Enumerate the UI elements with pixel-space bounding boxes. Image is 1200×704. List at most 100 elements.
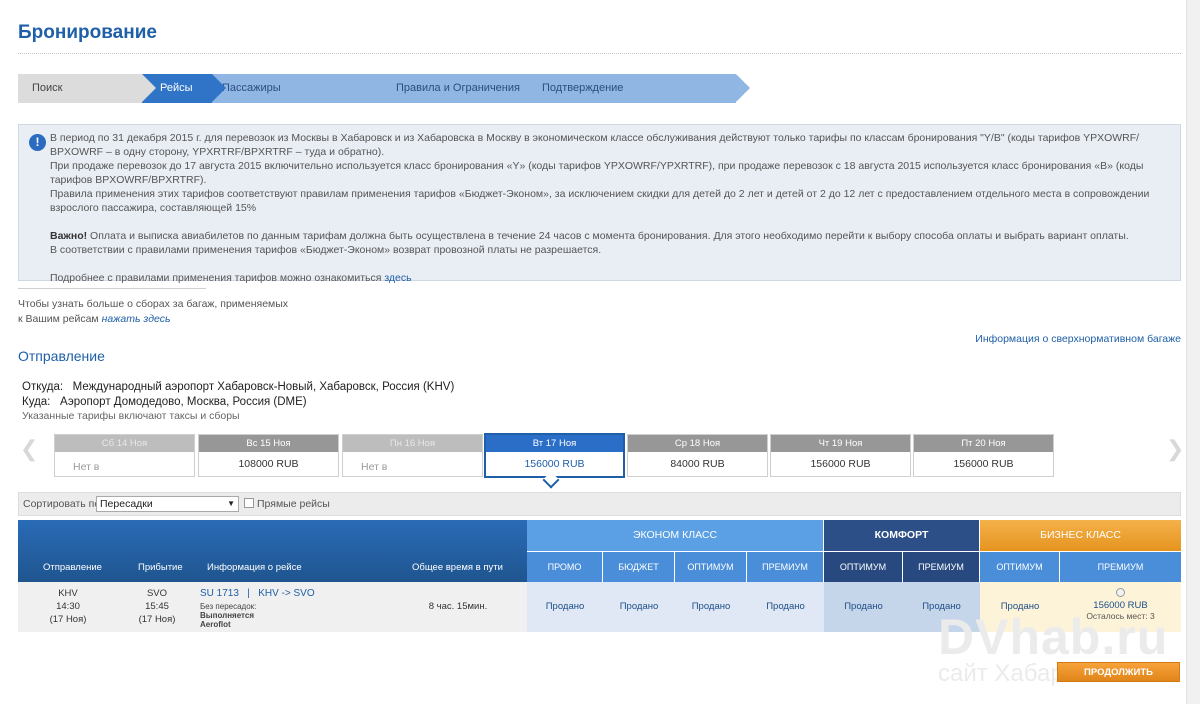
sort-selected-value: Пересадки	[100, 498, 153, 510]
fare-cell-budget: Продано	[603, 582, 675, 632]
economy-class-header: ЭКОНОМ КЛАСС	[527, 520, 823, 551]
baggage-note-line: Чтобы узнать больше о сборах за багаж, п…	[18, 298, 289, 310]
step-search[interactable]: Поиск	[18, 74, 156, 103]
info-paragraph: При продаже перевозок до 17 августа 2015…	[50, 160, 1144, 186]
fare-budget: БЮДЖЕТ	[603, 552, 675, 582]
step-flights-label: Рейсы	[160, 82, 193, 94]
from-value: Международный аэропорт Хабаровск-Новый, …	[72, 381, 455, 393]
direct-flights-checkbox[interactable]	[244, 498, 254, 508]
dep-time: 14:30	[56, 601, 80, 612]
col-arrival: Прибытие	[138, 562, 183, 573]
arr-time: 15:45	[145, 601, 169, 612]
date-price: Нет в	[361, 461, 388, 473]
baggage-fees-link[interactable]: нажать здесь	[102, 313, 171, 325]
info-more-link[interactable]: здесь	[384, 272, 411, 284]
date-label: Чт 19 Ноя	[771, 435, 910, 452]
sort-select[interactable]: Пересадки ▼	[96, 496, 239, 512]
table-header: Отправление Прибытие Информация о рейсе …	[18, 520, 527, 582]
date-label: Пн 16 Ноя	[343, 435, 482, 452]
fare-optimum: ОПТИМУМ	[675, 552, 747, 582]
col-departure: Отправление	[43, 562, 102, 573]
info-paragraph: Правила применения этих тарифов соответс…	[50, 188, 1150, 214]
date-option-selected[interactable]: Вт 17 Ноя 156000 RUB	[484, 433, 625, 478]
arr-date: (17 Ноя)	[138, 614, 176, 625]
dep-airport: KHV	[58, 588, 78, 599]
business-class-header: БИЗНЕС КЛАСС	[980, 520, 1181, 551]
divider	[18, 288, 206, 289]
date-label: Сб 14 Ноя	[55, 435, 194, 452]
dep-date: (17 Ноя)	[49, 614, 87, 625]
date-option[interactable]: Пт 20 Ноя 156000 RUB	[913, 434, 1054, 477]
arr-airport: SVO	[146, 588, 168, 599]
page-title: Бронирование	[18, 22, 157, 43]
date-option[interactable]: Сб 14 Ноя Нет в	[54, 434, 195, 477]
fare-comfort-optimum: ОПТИМУМ	[824, 552, 903, 582]
info-more-text: Подробнее с правилами применения тарифов…	[50, 272, 385, 284]
step-passengers[interactable]: Пассажиры	[212, 74, 392, 103]
departure-title: Отправление	[18, 348, 105, 364]
step-passengers-label: Пассажиры	[222, 82, 281, 94]
date-price: Нет в	[73, 461, 100, 473]
step-rules-label: Правила и Ограничения	[396, 82, 520, 94]
duration-cell: 8 час. 15мин.	[428, 601, 488, 612]
chevron-left-icon[interactable]: ❮	[20, 436, 38, 462]
important-label: Важно!	[50, 230, 88, 242]
important-text: Оплата и выписка авиабилетов по данным т…	[87, 230, 1129, 242]
scrollbar-track[interactable]	[1186, 0, 1200, 704]
fare-comfort-premium: ПРЕМИУМ	[903, 552, 980, 582]
date-option[interactable]: Чт 19 Ноя 156000 RUB	[770, 434, 911, 477]
step-rules[interactable]: Правила и Ограничения	[378, 74, 538, 103]
flight-number-link[interactable]: SU 1713	[200, 588, 239, 599]
date-label: Вт 17 Ноя	[486, 435, 623, 452]
fare-radio-button[interactable]	[1116, 588, 1125, 597]
route-info: Откуда: Международный аэропорт Хабаровск…	[22, 380, 454, 410]
step-confirm-label: Подтверждение	[542, 82, 624, 94]
stops-text: Без пересадок:	[200, 602, 257, 611]
watermark-brand: DVhab.ru	[938, 609, 1169, 665]
info-paragraph: В период по 31 декабря 2015 г. для перев…	[50, 132, 1140, 158]
to-label: Куда:	[22, 396, 51, 408]
fare-cell-promo: Продано	[527, 582, 603, 632]
fare-cell-optimum: Продано	[675, 582, 747, 632]
date-label: Пт 20 Ноя	[914, 435, 1053, 452]
col-duration: Общее время в пути	[412, 562, 503, 573]
excess-baggage-link[interactable]: Информация о сверхнормативном багаже	[975, 333, 1181, 345]
fare-business-optimum: ОПТИМУМ	[980, 552, 1060, 582]
baggage-note: Чтобы узнать больше о сборах за багаж, п…	[18, 297, 288, 327]
date-price: 156000 RUB	[524, 458, 585, 470]
taxes-note: Указанные тарифы включают таксы и сборы	[22, 410, 240, 422]
step-search-label: Поиск	[32, 82, 63, 94]
col-flight-info: Информация о рейсе	[207, 562, 302, 573]
carrier-name: Aeroflot	[200, 620, 231, 629]
date-price: 156000 RUB	[810, 458, 871, 470]
fare-business-premium: ПРЕМИУМ	[1060, 552, 1181, 582]
date-price: 156000 RUB	[953, 458, 1014, 470]
date-label: Ср 18 Ноя	[628, 435, 767, 452]
info-more: Подробнее с правилами применения тарифов…	[50, 271, 1170, 285]
date-option[interactable]: Пн 16 Ноя Нет в	[342, 434, 483, 477]
sort-bar: Сортировать по Пересадки ▼ Прямые рейсы	[18, 492, 1181, 516]
operated-by: Выполняется	[200, 611, 254, 620]
date-label: Вс 15 Ноя	[199, 435, 338, 452]
from-label: Откуда:	[22, 381, 64, 393]
fare-cell-premium: Продано	[747, 582, 824, 632]
step-confirm[interactable]: Подтверждение	[524, 74, 750, 103]
to-value: Аэропорт Домодедово, Москва, Россия (DME…	[59, 396, 307, 408]
chevron-right-icon[interactable]: ❯	[1166, 436, 1184, 462]
exclamation-icon: !	[29, 134, 46, 151]
fare-promo: ПРОМО	[527, 552, 603, 582]
date-price: 108000 RUB	[238, 458, 299, 470]
date-option[interactable]: Ср 18 Ноя 84000 RUB	[627, 434, 768, 477]
caret-down-icon: ▼	[227, 499, 235, 508]
flight-divider: |	[247, 588, 250, 599]
flight-info-cell: SU 1713 | KHV -> SVO Без пересадок: Выпо…	[200, 587, 400, 637]
booking-steps: Поиск Рейсы Пассажиры Правила и Ограниче…	[18, 74, 758, 103]
fare-cell-comfort-optimum: Продано	[824, 582, 903, 632]
date-option[interactable]: Вс 15 Ноя 108000 RUB	[198, 434, 339, 477]
departure-cell: KHV 14:30 (17 Ноя)	[38, 587, 98, 637]
flight-route-link[interactable]: KHV -> SVO	[258, 588, 314, 599]
arrival-cell: SVO 15:45 (17 Ноя)	[127, 587, 187, 637]
continue-button[interactable]: ПРОДОЛЖИТЬ	[1057, 662, 1180, 682]
fare-info-box: ! В период по 31 декабря 2015 г. для пер…	[18, 124, 1181, 284]
fare-premium: ПРЕМИУМ	[747, 552, 824, 582]
